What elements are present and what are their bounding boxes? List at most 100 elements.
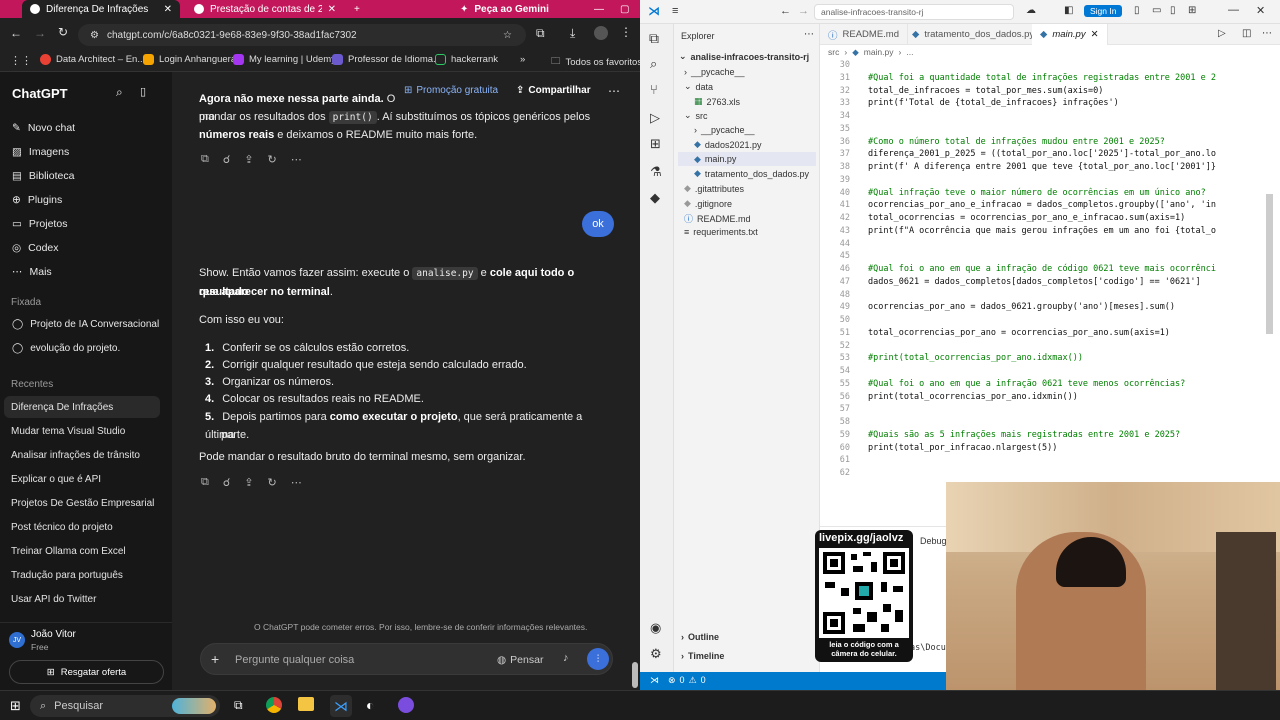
site-info-icon[interactable]: ⚙ — [90, 30, 99, 41]
copilot-icon[interactable]: ☁ — [1026, 5, 1036, 16]
all-bookmarks[interactable]: 🗀 Todos os favoritos — [551, 54, 642, 70]
account-icon[interactable]: ◧ — [1064, 5, 1073, 16]
search-icon[interactable]: ⌕ — [116, 85, 123, 100]
code-line[interactable]: ocorrencias_por_ano_e_infracao = dados_c… — [868, 200, 1216, 210]
conversation-item[interactable]: Projetos De Gestão Empresarial — [4, 492, 160, 514]
taskbar-search[interactable]: ⌕ Pesquisar — [30, 695, 220, 717]
layout-sidebar-icon[interactable]: ▯ — [1134, 5, 1140, 16]
share-icon[interactable]: ⇪ — [244, 476, 253, 489]
code-line[interactable]: dados_0621 = dados_completos[dados_compl… — [868, 277, 1201, 287]
editor-scrollbar[interactable] — [1266, 194, 1273, 334]
workspace-root[interactable]: ⌄ analise-infracoes-transito-rj — [679, 51, 809, 62]
conversation-item[interactable]: Diferença De Infrações — [4, 396, 160, 418]
sidebar-item-plugins[interactable]: ⊕ Plugins — [12, 194, 62, 206]
conversation-item[interactable]: Usar API do Twitter — [4, 588, 160, 610]
chrome-taskbar-icon[interactable] — [266, 697, 282, 713]
breadcrumb-item[interactable]: src — [828, 47, 839, 58]
run-file-icon[interactable]: ▷ — [1218, 28, 1226, 39]
code-line[interactable]: print(total_por_infracao.nlargest(5)) — [868, 443, 1057, 453]
regenerate-icon[interactable]: ↻ — [267, 153, 276, 166]
more-icon[interactable]: ⋯ — [804, 29, 814, 40]
star-icon[interactable]: ☆ — [503, 30, 512, 41]
customize-layout-icon[interactable]: ⊞ — [1188, 5, 1196, 16]
extensions-icon[interactable]: ⊞ — [650, 136, 661, 152]
user-profile[interactable]: JV João Vitor Free — [9, 629, 169, 655]
regenerate-icon[interactable]: ↻ — [267, 476, 276, 489]
timeline-section[interactable]: › Timeline — [681, 651, 724, 661]
code-line[interactable]: total_de_infracoes = total_por_mes.sum(a… — [868, 86, 1103, 96]
menu-icon[interactable]: ≡ — [672, 5, 678, 17]
layout-panel-icon[interactable]: ▭ — [1152, 5, 1161, 16]
maximize-icon[interactable]: ▢ — [620, 4, 629, 15]
back-icon[interactable]: ← — [10, 26, 22, 40]
bookmark-data-architect[interactable]: Data Architect – En... — [40, 54, 145, 65]
code-line[interactable]: print(total_ocorrencias_por_ano.idxmin()… — [868, 392, 1078, 402]
composer[interactable]: + Pergunte qualquer coisa ◍ Pensar ♪ ⫶ — [200, 643, 613, 675]
sidebar-item-biblioteca[interactable]: ▤ Biblioteca — [12, 170, 74, 182]
breadcrumb-item[interactable]: ... — [906, 47, 913, 58]
python-icon[interactable]: ◆ — [650, 190, 660, 206]
tab-main[interactable]: ◆ main.py ✕ — [1032, 24, 1108, 45]
code-line[interactable]: #print(total_ocorrencias_por_ano.idxmax(… — [868, 353, 1083, 363]
windows-start-icon[interactable]: ⊞ — [10, 698, 21, 714]
profile-avatar[interactable] — [594, 26, 608, 40]
problems-indicator[interactable]: ⊗ 0 ⚠ 0 — [668, 675, 706, 686]
tab-tratamento[interactable]: ◆ tratamento_dos_dados.py — [904, 24, 1044, 45]
tree-folder[interactable]: ⌄ data — [684, 81, 713, 92]
tree-file[interactable]: ◆ tratamento_dos_dados.py — [694, 168, 809, 179]
upgrade-button[interactable]: ⊞ Resgatar oferta — [9, 660, 164, 684]
tree-file-selected[interactable]: ◆ main.py — [678, 152, 816, 166]
code-line[interactable]: print(f"A ocorrência que mais gerou infr… — [868, 226, 1216, 236]
accounts-icon[interactable]: ◉ — [650, 620, 661, 636]
tab-prestacao[interactable]: Prestação de contas de 2022 d ✕ — [186, 0, 344, 18]
tree-file[interactable]: ⓘ README.md — [684, 212, 751, 225]
more-icon[interactable]: ⋯ — [291, 153, 302, 166]
code-line[interactable]: diferença_2001_p_2025 = ((total_por_ano.… — [868, 149, 1216, 159]
sidebar-item-codex[interactable]: ◎ Codex — [12, 242, 59, 254]
copy-icon[interactable]: ⧉ — [201, 476, 209, 489]
code-editor[interactable]: 30 31 #Qual foi a quantidade total de infr… — [820, 60, 1280, 500]
tree-file[interactable]: ◆ .gitattributes — [684, 183, 744, 194]
url-field[interactable]: ⚙ chatgpt.com/c/6a8c0321-9e68-83e9-9f30-… — [78, 24, 526, 46]
tree-folder[interactable]: ⌄ src — [684, 110, 708, 121]
more-options-icon[interactable]: ⋯ — [608, 84, 620, 98]
bookmark-anhanguera[interactable]: Login Anhanguera — [143, 54, 236, 65]
code-line[interactable]: ocorrencias_por_ano = dados_0621.groupby… — [868, 302, 1175, 312]
tree-folder[interactable]: › __pycache__ — [684, 67, 745, 77]
tree-file[interactable]: ◆ dados2021.py — [694, 139, 761, 150]
mic-icon[interactable]: ♪ — [563, 652, 569, 664]
search-icon[interactable]: ⌕ — [650, 56, 657, 72]
task-view-icon[interactable]: ⧉ — [234, 698, 243, 713]
testing-icon[interactable]: ⚗ — [650, 164, 662, 180]
code-line[interactable]: #Qual foi o ano em que a infração de cód… — [868, 264, 1216, 274]
pinned-item[interactable]: ◯ Projeto de IA Conversacional — [12, 319, 159, 330]
tab-diferenca[interactable]: Diferença De Infrações ✕ — [22, 0, 180, 18]
file-explorer-icon[interactable] — [298, 697, 314, 711]
close-icon[interactable]: ✕ — [1091, 29, 1099, 40]
think-button[interactable]: ◍ Pensar — [497, 654, 543, 666]
share-icon[interactable]: ⇪ — [244, 153, 253, 166]
close-icon[interactable]: ✕ — [328, 4, 336, 15]
sidebar-toggle-icon[interactable]: ▯ — [140, 85, 146, 98]
feedback-icon[interactable]: ☌ — [223, 153, 230, 166]
sidebar-item-projetos[interactable]: ▭ Projetos — [12, 218, 67, 230]
tree-file[interactable]: ≡ requeriments.txt — [684, 227, 758, 237]
conversation-item[interactable]: Mudar tema Visual Studio — [4, 420, 160, 442]
copy-icon[interactable]: ⧉ — [201, 153, 209, 166]
explorer-icon[interactable]: ⧉ — [649, 30, 659, 47]
conversation-item[interactable]: Treinar Ollama com Excel — [4, 540, 160, 562]
promo-link[interactable]: ⊞ Promoção gratuita — [404, 85, 499, 96]
voice-mode-button[interactable]: ⫶ — [587, 648, 609, 670]
code-line[interactable]: total_ocorrencias = ocorrencias_por_ano_… — [868, 213, 1185, 223]
layout-secondary-icon[interactable]: ▯ — [1170, 5, 1176, 16]
tab-readme[interactable]: ⓘ README.md — [820, 24, 908, 45]
run-debug-icon[interactable]: ▷ — [650, 110, 660, 126]
minimize-icon[interactable]: — — [594, 4, 604, 15]
code-line[interactable]: #Qual foi a quantidade total de infraçõe… — [868, 73, 1216, 83]
download-icon[interactable]: ⤓ — [570, 26, 575, 41]
menu-icon[interactable]: ⋮ — [620, 25, 632, 39]
conversation-item[interactable]: Tradução para português — [4, 564, 160, 586]
breadcrumb-item[interactable]: main.py — [864, 47, 894, 58]
close-icon[interactable]: ✕ — [1256, 4, 1265, 17]
code-line[interactable]: print(f'Total de {total_de_infracoes} in… — [868, 98, 1119, 108]
